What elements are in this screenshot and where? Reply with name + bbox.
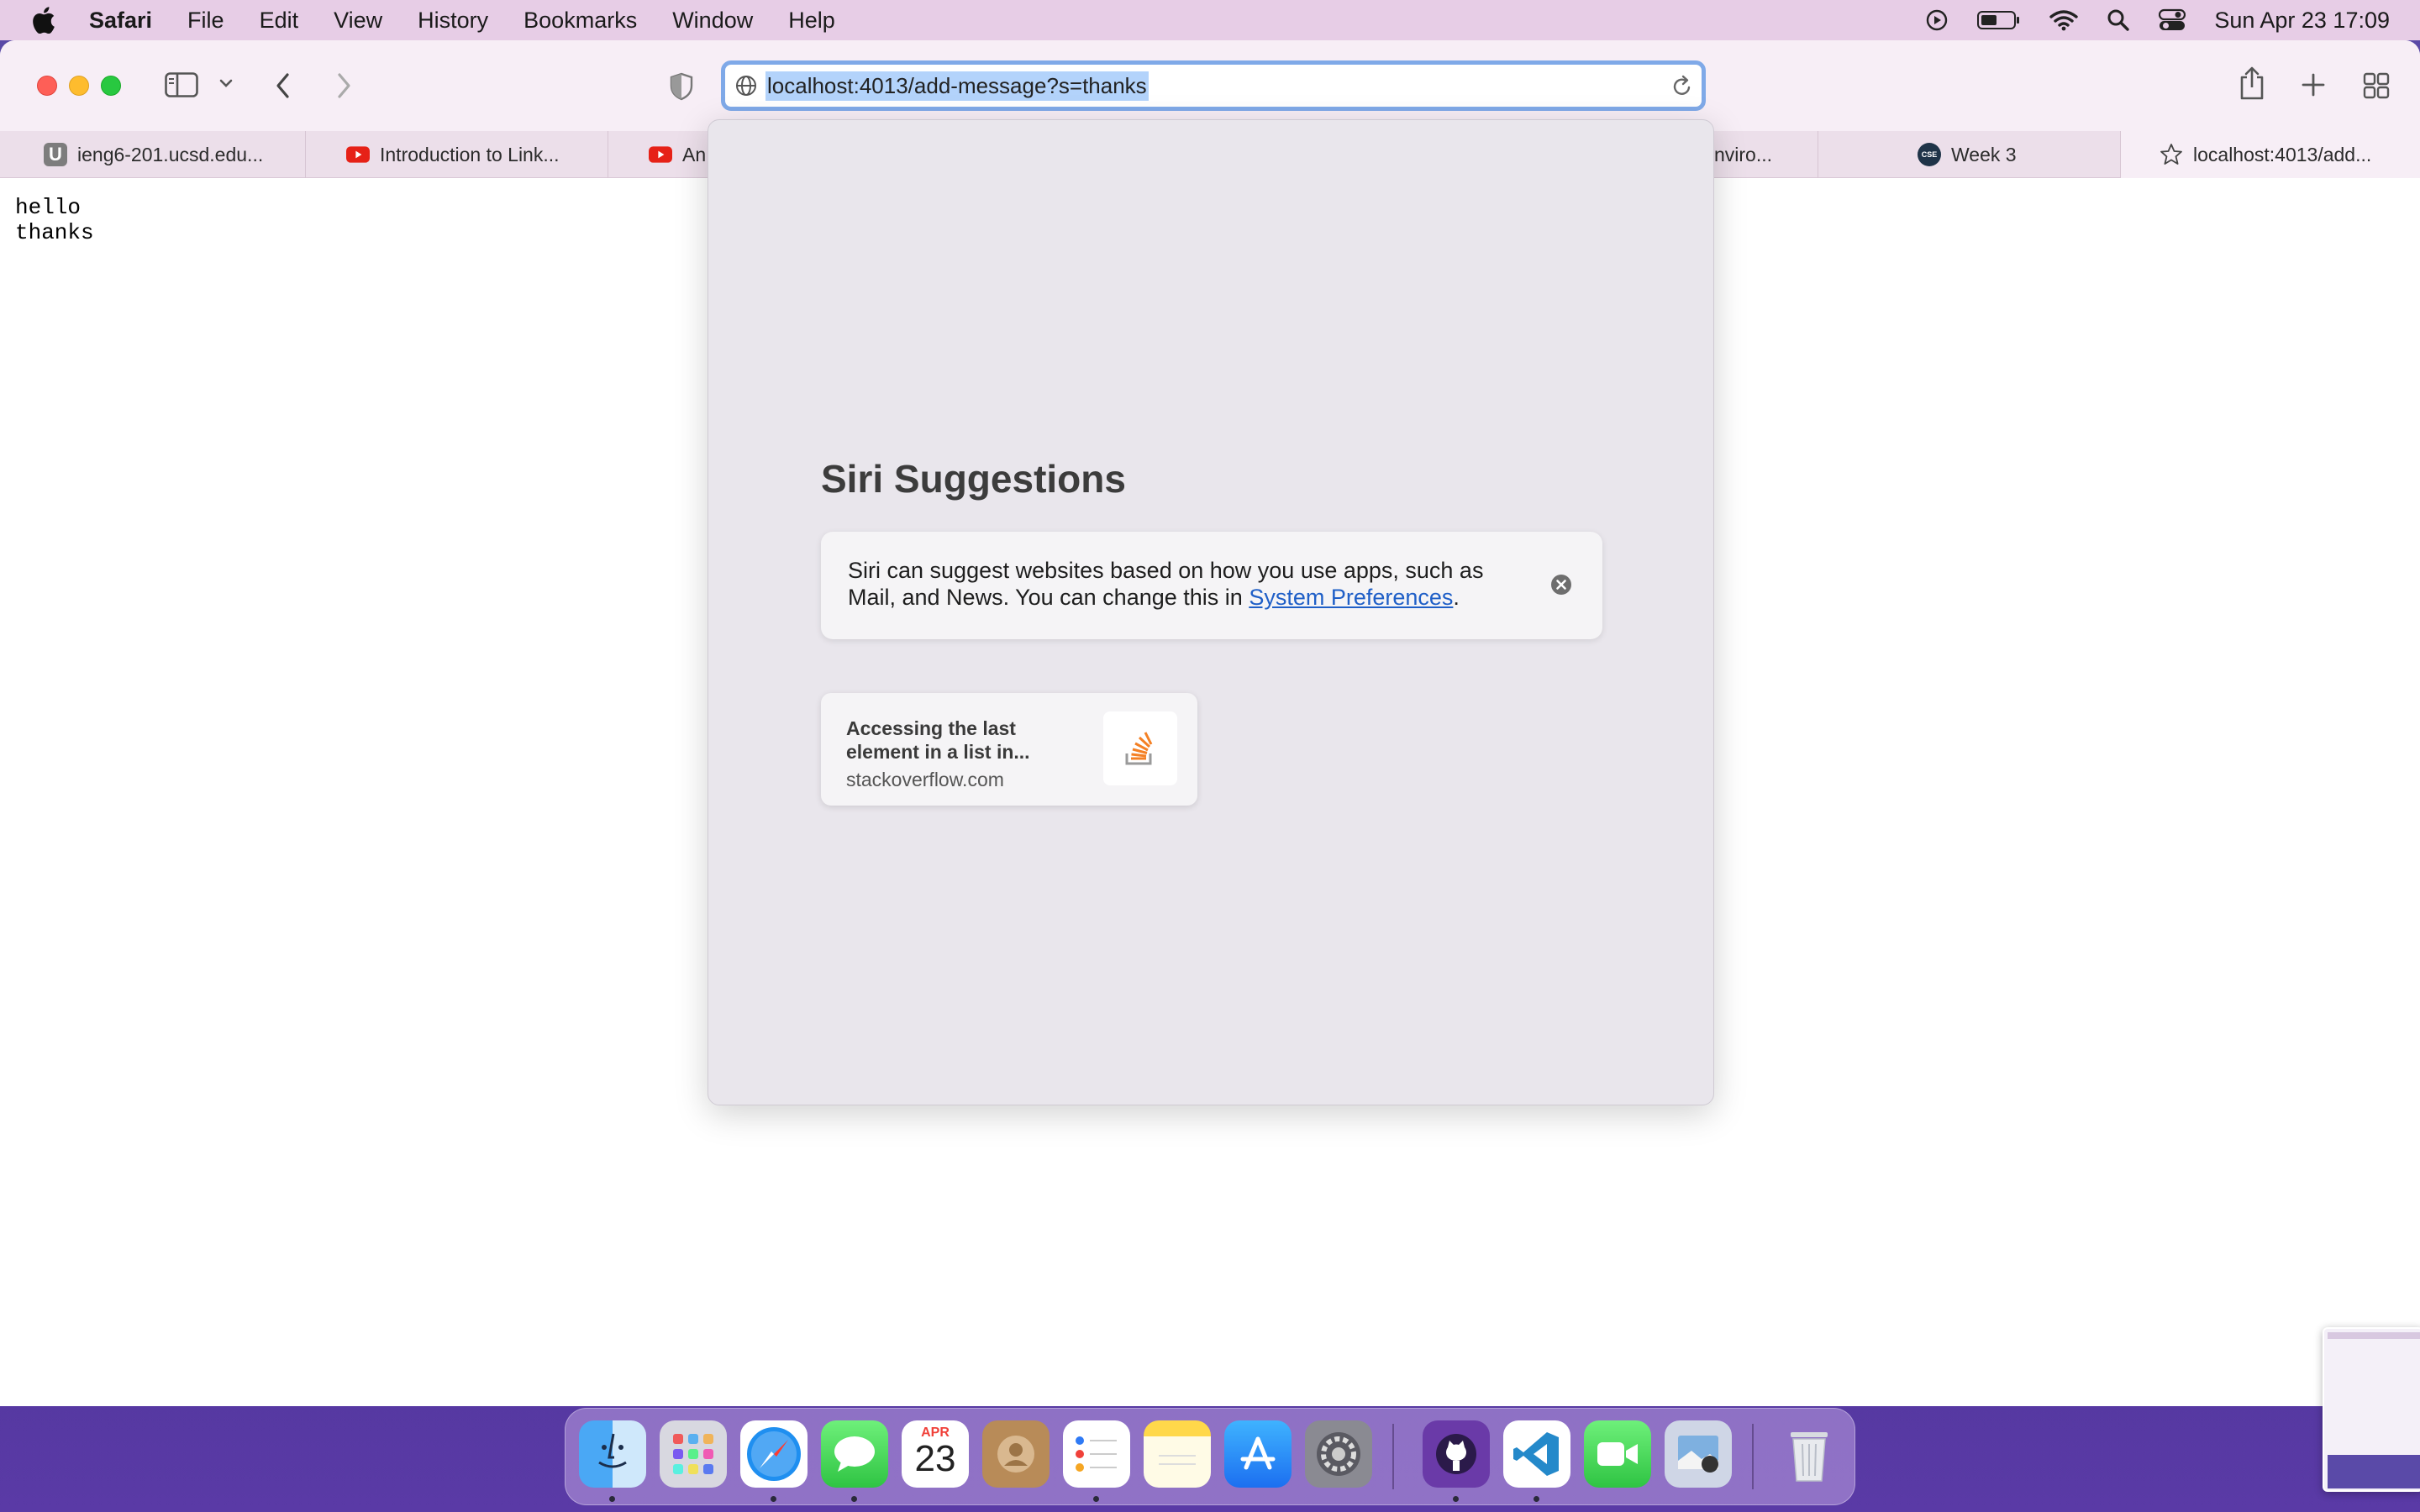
github-desktop-icon[interactable]	[1423, 1420, 1490, 1488]
reload-icon[interactable]	[1671, 75, 1693, 102]
siri-notice-card: Siri can suggest websites based on how y…	[821, 532, 1602, 639]
preview-icon[interactable]	[1665, 1420, 1732, 1488]
tab-introduction[interactable]: Introduction to Link...	[306, 131, 608, 178]
launchpad-icon[interactable]	[660, 1420, 727, 1488]
dock-separator	[1752, 1424, 1754, 1489]
tab-an[interactable]: An	[608, 131, 709, 178]
dismiss-notice-icon[interactable]	[1550, 574, 1572, 596]
running-indicator	[851, 1496, 857, 1502]
trash-icon[interactable]	[1776, 1420, 1843, 1488]
tab-localhost[interactable]: localhost:4013/add...	[2121, 131, 2420, 178]
app-store-icon[interactable]	[1224, 1420, 1292, 1488]
share-icon[interactable]	[2238, 66, 2265, 101]
menu-bookmarks[interactable]: Bookmarks	[523, 8, 637, 34]
wifi-icon[interactable]	[2049, 9, 2079, 31]
message-line: hello	[15, 195, 82, 220]
tab-week-3[interactable]: CSE Week 3	[1818, 131, 2121, 178]
message-line: thanks	[15, 220, 94, 245]
system-preferences-link[interactable]: System Preferences	[1249, 585, 1453, 610]
sidebar-icon[interactable]	[165, 72, 198, 97]
notes-icon[interactable]	[1144, 1420, 1211, 1488]
tab-label: nviro...	[1714, 143, 1773, 165]
forward-icon[interactable]	[334, 72, 353, 99]
star-icon	[2160, 143, 2183, 166]
thumbnail-preview-dock	[2328, 1455, 2420, 1488]
calendar-day: 23	[914, 1438, 956, 1479]
tab-label: ieng6-201.ucsd.edu...	[77, 143, 264, 165]
now-playing-icon[interactable]	[1925, 8, 1949, 32]
close-window-button[interactable]	[37, 76, 57, 96]
apple-icon[interactable]	[32, 7, 57, 34]
finder-icon[interactable]	[579, 1420, 646, 1488]
tab-label: Week 3	[1951, 143, 2017, 165]
chevron-down-icon[interactable]	[218, 77, 234, 89]
menubar-clock[interactable]: Sun Apr 23 17:09	[2214, 8, 2390, 34]
menu-history[interactable]: History	[418, 8, 488, 34]
menu-edit[interactable]: Edit	[260, 8, 299, 34]
tab-label: Introduction to Link...	[380, 143, 560, 165]
thumbnail-preview	[2328, 1332, 2420, 1339]
messages-icon[interactable]	[821, 1420, 888, 1488]
tab-label: An	[682, 143, 707, 165]
youtube-icon	[649, 143, 672, 166]
u-favicon-icon: U	[44, 143, 67, 166]
address-bar[interactable]: localhost:4013/add-message?s=thanks	[721, 60, 1706, 111]
menu-bar: Safari File Edit View History Bookmarks …	[0, 0, 2420, 40]
minimize-window-button[interactable]	[69, 76, 89, 96]
running-indicator	[609, 1496, 615, 1502]
tab-label: localhost:4013/add...	[2193, 143, 2372, 165]
dock: APR 23	[565, 1408, 1855, 1505]
globe-icon	[735, 75, 757, 97]
privacy-shield-icon[interactable]	[669, 72, 694, 101]
dock-separator	[1392, 1424, 1394, 1489]
battery-icon[interactable]	[1977, 9, 2021, 31]
control-center-icon[interactable]	[2159, 8, 2186, 32]
running-indicator	[1093, 1496, 1099, 1502]
cse-favicon-icon: CSE	[1918, 143, 1941, 166]
new-tab-icon[interactable]	[2301, 72, 2326, 97]
running-indicator	[771, 1496, 776, 1502]
siri-suggestions-dropdown: Siri Suggestions Siri can suggest websit…	[708, 119, 1714, 1105]
running-indicator	[1453, 1496, 1459, 1502]
stackoverflow-icon	[1103, 711, 1177, 785]
menu-window[interactable]: Window	[672, 8, 753, 34]
tab-overview-icon[interactable]	[2363, 72, 2390, 99]
calendar-icon[interactable]: APR 23	[902, 1420, 969, 1488]
url-text[interactable]: localhost:4013/add-message?s=thanks	[765, 71, 1149, 101]
siri-suggestions-heading: Siri Suggestions	[821, 457, 1126, 501]
safari-window: localhost:4013/add-message?s=thanks U ie…	[0, 40, 2420, 1406]
menu-help[interactable]: Help	[788, 8, 835, 34]
screenshot-thumbnail[interactable]	[2323, 1327, 2420, 1492]
back-icon[interactable]	[274, 72, 292, 99]
tab-environment[interactable]: nviro...	[1714, 131, 1818, 178]
suggestion-title: Accessing the last element in a list in.…	[846, 717, 1030, 763]
page-content: hello thanks	[15, 195, 94, 245]
contacts-icon[interactable]	[982, 1420, 1050, 1488]
tab-ieng6[interactable]: U ieng6-201.ucsd.edu...	[0, 131, 306, 178]
spotlight-search-icon[interactable]	[2107, 8, 2130, 32]
menu-file[interactable]: File	[187, 8, 224, 34]
menu-view[interactable]: View	[334, 8, 382, 34]
safari-app-icon[interactable]	[740, 1420, 808, 1488]
running-indicator	[1534, 1496, 1539, 1502]
vscode-icon[interactable]	[1503, 1420, 1570, 1488]
system-preferences-icon[interactable]	[1305, 1420, 1372, 1488]
suggestion-url: stackoverflow.com	[846, 769, 1004, 790]
fullscreen-window-button[interactable]	[101, 76, 121, 96]
suggestion-card[interactable]: Accessing the last element in a list in.…	[821, 693, 1197, 806]
youtube-icon	[346, 143, 370, 166]
reminders-icon[interactable]	[1063, 1420, 1130, 1488]
menu-safari[interactable]: Safari	[89, 8, 152, 34]
siri-notice-text: Siri can suggest websites based on how y…	[848, 558, 1484, 610]
facetime-icon[interactable]	[1584, 1420, 1651, 1488]
status-area: Sun Apr 23 17:09	[1925, 0, 2420, 40]
safari-toolbar: localhost:4013/add-message?s=thanks	[0, 40, 2420, 131]
